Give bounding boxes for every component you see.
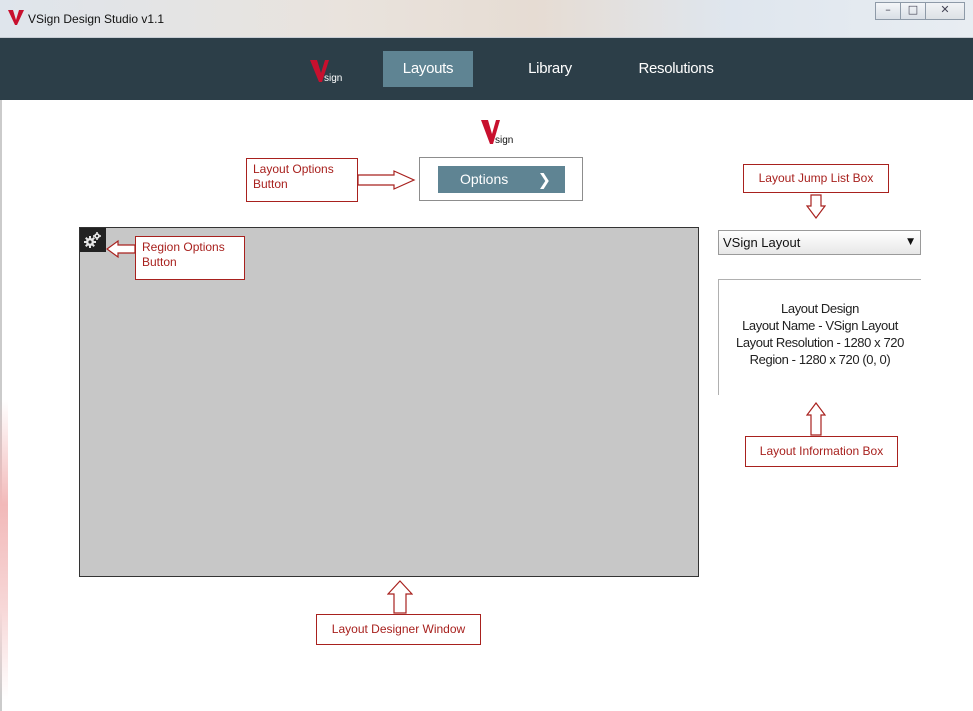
layout-jump-list[interactable]: VSign Layout ▼ — [718, 230, 921, 255]
vsign-logo[interactable]: sign — [310, 58, 346, 84]
minimize-button[interactable]: – — [875, 2, 901, 20]
window-controls: – □ ✕ — [875, 2, 965, 20]
arrow-right-icon — [358, 170, 416, 190]
maximize-button[interactable]: □ — [900, 2, 926, 20]
main-navbar: sign Layouts Library Resolutions — [0, 38, 973, 100]
arrow-down-icon — [806, 194, 826, 219]
info-line: Layout Design — [781, 301, 859, 316]
nav-tab-library[interactable]: Library — [510, 51, 590, 87]
callout-jump-list: Layout Jump List Box — [743, 164, 889, 193]
dropdown-caret-icon: ▼ — [907, 237, 914, 247]
edge-accent — [0, 400, 8, 700]
callout-info-box: Layout Information Box — [745, 436, 898, 467]
window-title: VSign Design Studio v1.1 — [28, 12, 165, 26]
gears-icon — [84, 232, 101, 248]
arrow-up-icon — [387, 580, 413, 614]
callout-layout-options: Layout Options Button — [246, 158, 358, 202]
nav-tab-layouts[interactable]: Layouts — [383, 51, 473, 87]
callout-region-options: Region Options Button — [135, 236, 245, 280]
nav-tab-resolutions[interactable]: Resolutions — [628, 51, 724, 87]
close-button[interactable]: ✕ — [925, 2, 965, 20]
callout-designer-window: Layout Designer Window — [316, 614, 481, 645]
options-label: Options — [460, 171, 509, 187]
info-line: Layout Name - VSign Layout — [742, 318, 898, 333]
info-line: Region - 1280 x 720 (0, 0) — [749, 352, 891, 367]
arrow-left-icon — [106, 239, 136, 259]
region-options-button[interactable] — [80, 228, 106, 252]
chevron-right-icon: ❯ — [537, 170, 551, 189]
nav-logo-text: sign — [324, 73, 342, 84]
layout-information-box: Layout Design Layout Name - VSign Layout… — [718, 279, 921, 395]
window-titlebar: VSign Design Studio v1.1 – □ ✕ — [0, 0, 973, 38]
app-logo-icon — [8, 10, 24, 25]
center-logo-text: sign — [495, 135, 513, 146]
layout-options-button[interactable]: Options ❯ — [438, 166, 565, 193]
vsign-center-logo: sign — [481, 120, 513, 146]
jump-list-value: VSign Layout — [723, 235, 801, 250]
info-line: Layout Resolution - 1280 x 720 — [736, 335, 904, 350]
layout-options-frame: Options ❯ — [419, 157, 583, 201]
arrow-up-icon — [806, 402, 826, 436]
